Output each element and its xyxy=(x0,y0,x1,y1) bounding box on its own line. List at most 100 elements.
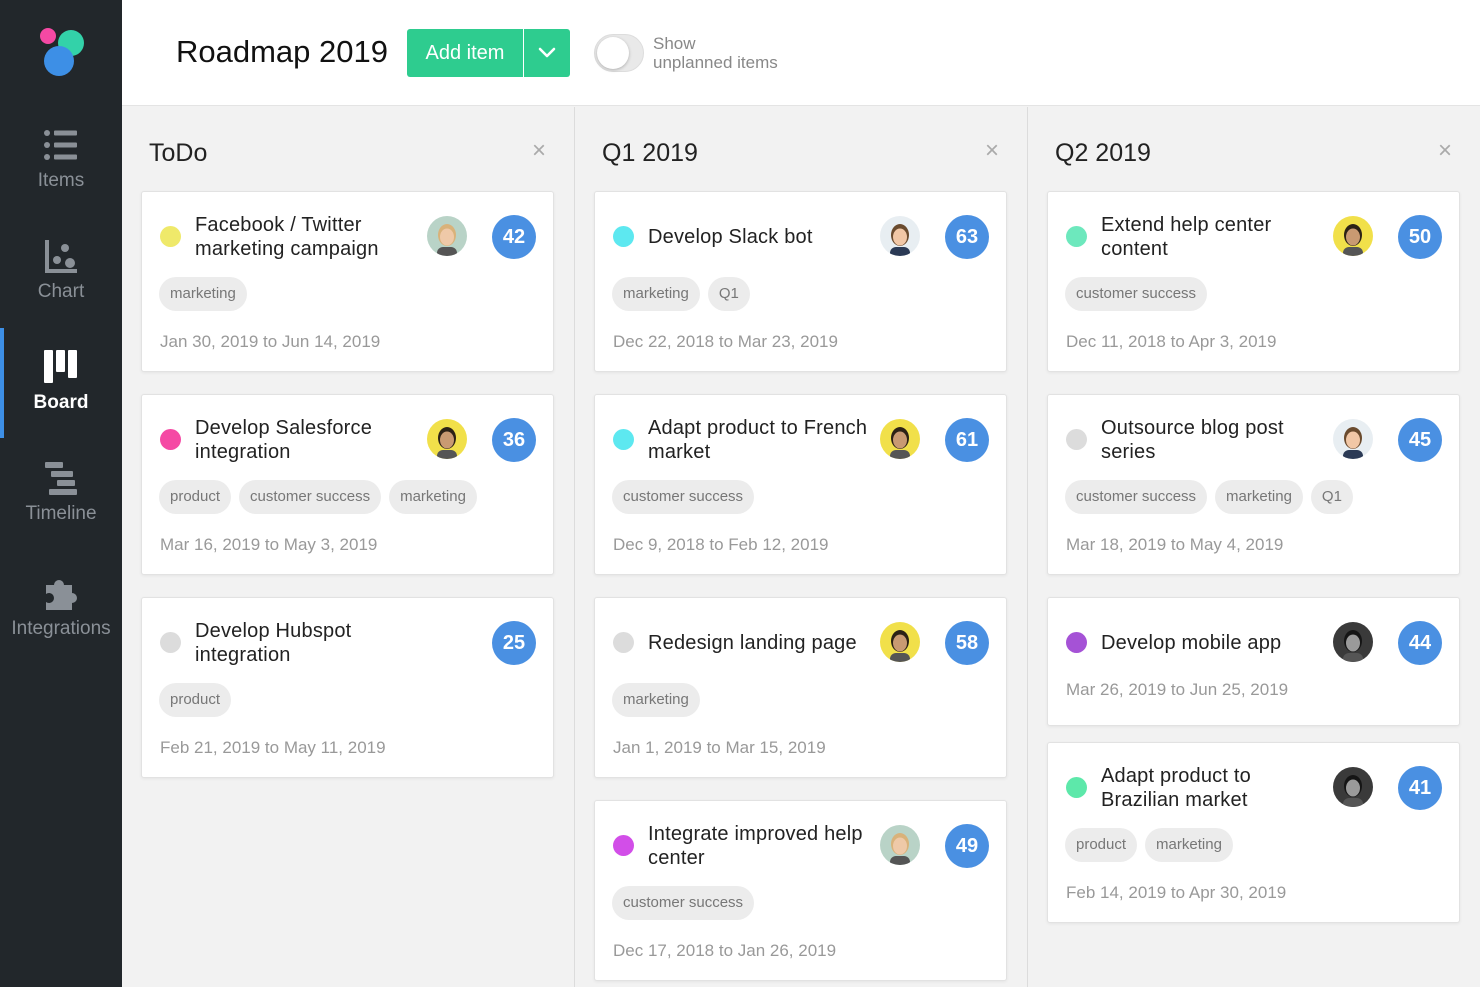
tag-chip[interactable]: marketing xyxy=(1145,828,1233,862)
top-bar: Roadmap 2019 Add item Show unplanned ite… xyxy=(122,0,1480,106)
tag-chip[interactable]: product xyxy=(159,480,232,514)
card-title: Facebook / Twitter marketing campaign xyxy=(195,214,379,260)
avatar xyxy=(427,216,467,256)
score-badge: 44 xyxy=(1398,621,1442,665)
close-icon[interactable]: × xyxy=(985,137,999,165)
score-badge: 45 xyxy=(1398,418,1442,462)
date-range: Feb 14, 2019 to Apr 30, 2019 xyxy=(1066,883,1287,902)
nav-item-timeline[interactable]: Timeline xyxy=(0,460,122,570)
status-dot xyxy=(613,226,634,247)
score-badge: 36 xyxy=(492,418,536,462)
score-badge: 49 xyxy=(945,824,989,868)
tag-list: customer success xyxy=(612,886,755,920)
roadmap-card[interactable]: Integrate improved help center 49 custom… xyxy=(594,800,1007,981)
toggle-knob xyxy=(597,37,629,69)
tag-chip[interactable]: marketing xyxy=(159,277,247,311)
tag-chip[interactable]: Q1 xyxy=(1310,480,1353,514)
status-dot xyxy=(1066,777,1087,798)
tag-chip[interactable]: customer success xyxy=(612,480,755,514)
score-badge: 41 xyxy=(1398,766,1442,810)
nav-item-chart[interactable]: Chart xyxy=(0,238,122,348)
board-icon xyxy=(44,350,77,383)
avatar xyxy=(880,825,920,865)
roadmap-card[interactable]: Extend help center content 50 customer s… xyxy=(1047,191,1460,372)
column-title: Q1 2019 xyxy=(602,139,698,167)
timeline-icon xyxy=(45,462,77,495)
nav-item-integrations[interactable]: Integrations xyxy=(0,575,122,685)
add-item-button[interactable]: Add item xyxy=(407,29,523,77)
tag-chip[interactable]: marketing xyxy=(1215,480,1303,514)
roadmap-card[interactable]: Outsource blog post series 45 customer s… xyxy=(1047,394,1460,575)
nav-label-chart: Chart xyxy=(37,281,85,302)
tag-chip[interactable]: Q1 xyxy=(707,277,750,311)
add-item-dropdown-button[interactable] xyxy=(524,29,570,77)
show-unplanned-toggle[interactable] xyxy=(594,34,644,72)
board-column: Q2 2019 × Extend help center content 50 c… xyxy=(1028,107,1480,987)
tag-chip[interactable]: marketing xyxy=(612,683,700,717)
roadmap-card[interactable]: Adapt product to French market 61 custom… xyxy=(594,394,1007,575)
date-range: Jan 30, 2019 to Jun 14, 2019 xyxy=(160,332,381,351)
tag-chip[interactable]: customer success xyxy=(612,886,755,920)
date-range: Feb 21, 2019 to May 11, 2019 xyxy=(160,738,386,757)
status-dot xyxy=(160,429,181,450)
tag-chip[interactable]: product xyxy=(159,683,232,717)
score-badge: 58 xyxy=(945,621,989,665)
roadmap-card[interactable]: Develop Slack bot 63 marketing Q1 Dec 22,… xyxy=(594,191,1007,372)
status-dot xyxy=(613,835,634,856)
nav-label-board: Board xyxy=(33,392,89,413)
status-dot xyxy=(160,632,181,653)
board: ToDo × Facebook / Twitter marketing campa… xyxy=(122,107,1480,987)
tag-list: customer success marketing Q1 xyxy=(1065,480,1353,514)
chart-icon xyxy=(45,240,77,273)
nav-label-timeline: Timeline xyxy=(25,503,97,524)
roadmap-card[interactable]: Facebook / Twitter marketing campaign 42… xyxy=(141,191,554,372)
tag-list: product customer success marketing xyxy=(159,480,477,514)
tag-chip[interactable]: product xyxy=(1065,828,1138,862)
nav-item-items[interactable]: Items xyxy=(0,127,122,237)
close-icon[interactable]: × xyxy=(532,137,546,165)
close-icon[interactable]: × xyxy=(1438,137,1452,165)
roadmap-card[interactable]: Develop mobile app 44 Mar 26, 2019 to Ju… xyxy=(1047,597,1460,726)
column-title: ToDo xyxy=(149,139,208,167)
tag-chip[interactable]: marketing xyxy=(612,277,700,311)
tag-chip[interactable]: marketing xyxy=(389,480,477,514)
card-title: Redesign landing page xyxy=(648,632,857,654)
toggle-label-line1: Show xyxy=(653,34,696,53)
tag-chip[interactable]: customer success xyxy=(239,480,382,514)
card-title: Integrate improved help center xyxy=(648,823,863,869)
roadmap-card[interactable]: Develop Hubspot integration 25 product F… xyxy=(141,597,554,778)
chevron-down-icon xyxy=(538,47,556,58)
tag-list: product xyxy=(159,683,232,717)
card-title: Adapt product to Brazilian market xyxy=(1101,765,1251,811)
avatar xyxy=(1333,767,1373,807)
tag-chip[interactable]: customer success xyxy=(1065,277,1208,311)
card-title: Extend help center content xyxy=(1101,214,1272,260)
tag-list: marketing xyxy=(612,683,700,717)
board-column: ToDo × Facebook / Twitter marketing campa… xyxy=(122,107,575,987)
roadmap-card[interactable]: Develop Salesforce integration 36 produc… xyxy=(141,394,554,575)
avatar xyxy=(1333,419,1373,459)
nav-item-board[interactable]: Board xyxy=(0,349,122,459)
date-range: Mar 26, 2019 to Jun 25, 2019 xyxy=(1066,680,1289,699)
column-title: Q2 2019 xyxy=(1055,139,1151,167)
tag-chip[interactable]: customer success xyxy=(1065,480,1208,514)
card-title: Develop mobile app xyxy=(1101,632,1282,654)
show-unplanned-label: Show unplanned items xyxy=(653,34,778,72)
date-range: Dec 17, 2018 to Jan 26, 2019 xyxy=(613,941,837,960)
card-title: Develop Hubspot integration xyxy=(195,620,352,666)
tag-list: customer success xyxy=(612,480,755,514)
sidebar: Items Chart Board Timeline Integrations xyxy=(0,0,122,987)
status-dot xyxy=(1066,226,1087,247)
score-badge: 42 xyxy=(492,215,536,259)
score-badge: 50 xyxy=(1398,215,1442,259)
roadmap-card[interactable]: Redesign landing page 58 marketing Jan 1… xyxy=(594,597,1007,778)
app-logo[interactable] xyxy=(36,26,88,82)
roadmap-card[interactable]: Adapt product to Brazilian market 41 pro… xyxy=(1047,742,1460,923)
status-dot xyxy=(1066,632,1087,653)
avatar xyxy=(1333,622,1373,662)
list-icon xyxy=(44,130,77,160)
page-title: Roadmap 2019 xyxy=(176,34,388,69)
score-badge: 25 xyxy=(492,621,536,665)
puzzle-icon xyxy=(46,580,78,610)
card-title: Outsource blog post series xyxy=(1101,417,1284,463)
